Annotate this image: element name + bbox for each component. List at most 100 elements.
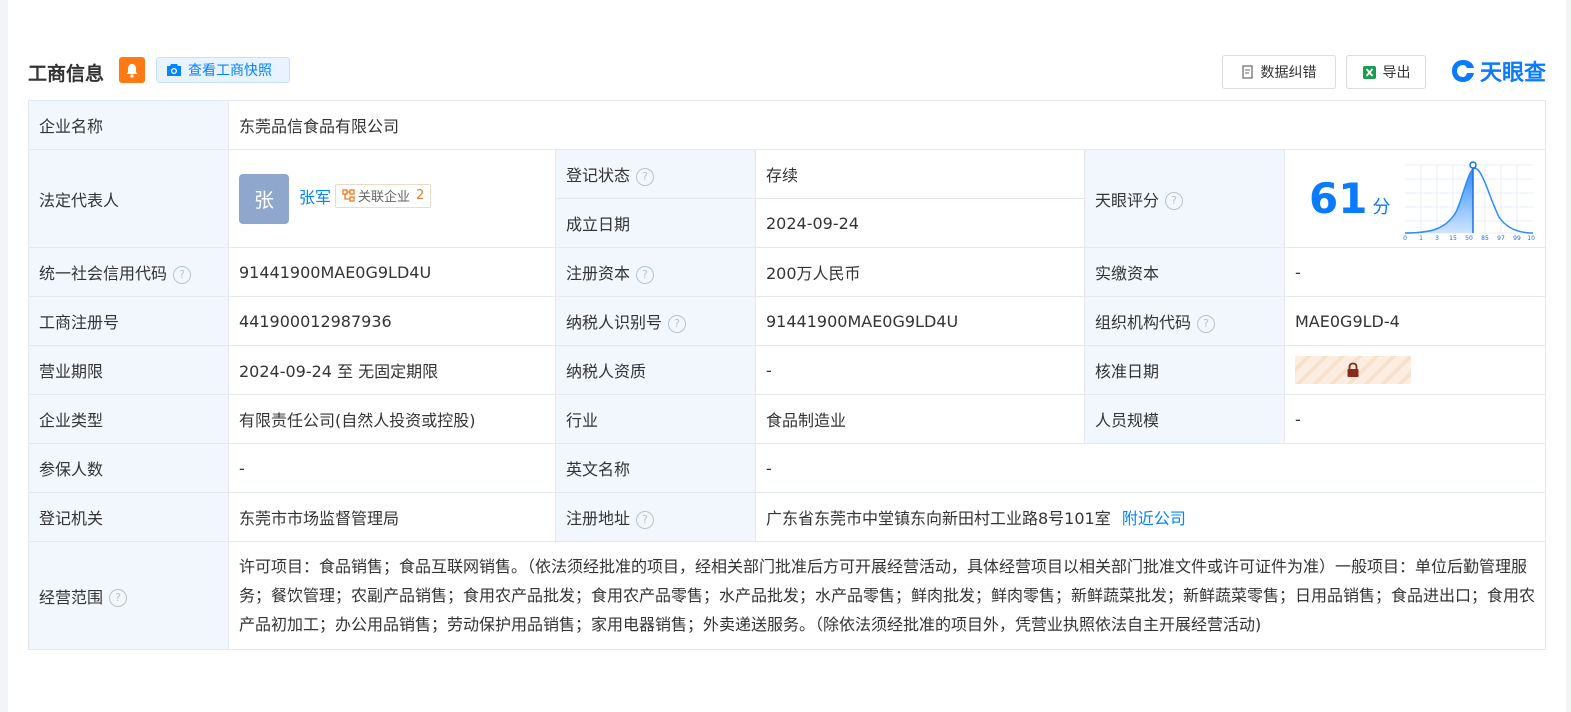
authority-value: 东莞市市场监督管理局 — [228, 492, 556, 542]
table-row: 经营范围? 许可项目：食品销售；食品互联网销售。（依法须经批准的项目，经相关部门… — [28, 541, 1546, 650]
scope-label: 经营范围 — [39, 587, 104, 607]
export-label: 导出 — [1382, 65, 1411, 81]
legal-rep-name-link[interactable]: 张军 — [299, 184, 331, 208]
approval-date-cell — [1284, 345, 1546, 395]
table-row: 工商注册号 441900012987936 纳税人识别号? 91441900MA… — [28, 296, 1546, 346]
document-edit-icon — [1241, 65, 1253, 79]
score-tick-label: 50 — [1465, 235, 1473, 241]
company-name-value: 东莞品信食品有限公司 — [228, 100, 1546, 150]
help-icon[interactable]: ? — [1197, 314, 1216, 333]
nearby-companies-link[interactable]: 附近公司 — [1122, 509, 1186, 528]
legal-rep-cell: 张 张军 关联企业 2 — [228, 149, 556, 248]
help-icon[interactable]: ? — [109, 589, 128, 607]
reg-no-label: 工商注册号 — [28, 296, 229, 346]
address-cell: 广东省东莞市中堂镇东向新田村工业路8号101室 附近公司 — [755, 492, 1546, 542]
bell-icon[interactable] — [119, 57, 145, 83]
data-correction-button[interactable]: 数据纠错 — [1222, 55, 1336, 89]
related-companies-label: 关联企业 — [358, 190, 411, 205]
table-row: 统一社会信用代码? 91441900MAE0G9LD4U 注册资本? 200万人… — [28, 247, 1546, 297]
logo-text: 天眼查 — [1479, 61, 1546, 86]
table-row: 营业期限 2024-09-24 至 无固定期限 纳税人资质 - 核准日期 — [28, 345, 1546, 395]
camera-icon — [167, 64, 181, 76]
score-unit: 分 — [1372, 197, 1391, 218]
type-value: 有限责任公司(自然人投资或控股) — [228, 394, 556, 444]
type-label: 企业类型 — [28, 394, 229, 444]
org-code-label-cell: 组织机构代码? — [1084, 296, 1285, 346]
term-value: 2024-09-24 至 无固定期限 — [228, 345, 556, 395]
taxpayer-id-value: 91441900MAE0G9LD4U — [755, 296, 1085, 346]
section-title: 工商信息 — [28, 63, 105, 85]
lock-icon — [1347, 362, 1359, 377]
related-companies-count: 2 — [416, 188, 425, 203]
score-value: 61 — [1309, 174, 1368, 223]
est-date-value: 2024-09-24 — [755, 198, 1085, 248]
section-header: 工商信息 查看工商快照 数据纠错 导出 天眼查 — [28, 55, 1546, 90]
staff-value: - — [1284, 394, 1546, 444]
credit-code-label-cell: 统一社会信用代码? — [28, 247, 229, 297]
help-icon[interactable]: ? — [636, 265, 655, 284]
score-tick-label: 3 — [1435, 235, 1439, 241]
english-name-value: - — [755, 443, 1546, 493]
help-icon[interactable]: ? — [173, 265, 192, 284]
score-tick-label: 0 — [1403, 235, 1407, 241]
credit-code-label: 统一社会信用代码 — [39, 264, 168, 283]
score-distribution-chart: 0 1 3 15 50 85 97 99 100 — [1403, 160, 1535, 241]
industry-label: 行业 — [555, 394, 756, 444]
table-row: 参保人数 - 英文名称 - — [28, 443, 1546, 493]
legal-rep-label: 法定代表人 — [28, 149, 229, 248]
help-icon[interactable]: ? — [1165, 192, 1184, 210]
authority-label: 登记机关 — [28, 492, 229, 542]
related-companies-badge[interactable]: 关联企业 2 — [335, 183, 432, 208]
table-row: 法定代表人 张 张军 关联企业 2 登记状态? 存续 天眼评分? 61 分 0 … — [28, 149, 1546, 248]
view-snapshot-label: 查看工商快照 — [188, 63, 272, 79]
table-row: 企业名称 东莞品信食品有限公司 — [28, 100, 1546, 150]
help-icon[interactable]: ? — [636, 167, 655, 186]
reg-no-value: 441900012987936 — [228, 296, 556, 346]
address-label: 注册地址 — [566, 509, 631, 528]
industry-value: 食品制造业 — [755, 394, 1085, 444]
view-snapshot-button[interactable]: 查看工商快照 — [156, 57, 290, 83]
reg-status-label-cell: 登记状态? — [555, 149, 756, 199]
score-cell[interactable]: 61 分 0 1 3 15 50 85 97 99 100 — [1284, 149, 1546, 248]
taxpayer-qual-label: 纳税人资质 — [555, 345, 756, 395]
insured-value: - — [228, 443, 556, 493]
avatar[interactable]: 张 — [239, 173, 289, 224]
scope-value: 许可项目：食品销售；食品互联网销售。（依法须经批准的项目，经相关部门批准后方可开… — [228, 541, 1546, 650]
reg-status-label: 登记状态 — [566, 166, 631, 185]
taxpayer-qual-value: - — [755, 345, 1085, 395]
help-icon[interactable]: ? — [636, 510, 655, 529]
scope-label-cell: 经营范围? — [28, 541, 229, 650]
reg-capital-label: 注册资本 — [566, 264, 631, 283]
english-name-label: 英文名称 — [555, 443, 756, 493]
score-tick-label: 15 — [1449, 235, 1457, 241]
table-row: 企业类型 有限责任公司(自然人投资或控股) 行业 食品制造业 人员规模 - — [28, 394, 1546, 444]
score-tick-label: 1 — [1419, 235, 1423, 241]
business-info-table: 企业名称 东莞品信食品有限公司 法定代表人 张 张军 关联企业 2 登记状态? … — [28, 100, 1546, 650]
score-label-cell: 天眼评分? — [1084, 149, 1285, 248]
data-correction-label: 数据纠错 — [1260, 65, 1317, 81]
staff-label: 人员规模 — [1084, 394, 1285, 444]
approval-date-label: 核准日期 — [1084, 345, 1285, 395]
excel-icon — [1362, 65, 1376, 79]
help-icon[interactable]: ? — [668, 314, 687, 333]
address-label-cell: 注册地址? — [555, 492, 756, 542]
credit-code-value: 91441900MAE0G9LD4U — [228, 247, 556, 297]
score-tick-label: 85 — [1481, 235, 1489, 241]
taxpayer-id-label: 纳税人识别号 — [566, 313, 663, 332]
score-label: 天眼评分 — [1095, 190, 1160, 210]
address-value: 广东省东莞市中堂镇东向新田村工业路8号101室 — [766, 509, 1111, 528]
taxpayer-id-label-cell: 纳税人识别号? — [555, 296, 756, 346]
reg-capital-label-cell: 注册资本? — [555, 247, 756, 297]
org-tree-icon — [342, 189, 355, 202]
logo-mark-icon — [1451, 60, 1474, 82]
score-tick-label: 100 — [1527, 235, 1535, 241]
org-code-label: 组织机构代码 — [1095, 313, 1192, 332]
reg-capital-value: 200万人民币 — [755, 247, 1085, 297]
reg-status-value: 存续 — [755, 149, 1085, 199]
export-button[interactable]: 导出 — [1346, 55, 1426, 89]
locked-field[interactable] — [1295, 356, 1411, 384]
paid-capital-value: - — [1284, 247, 1546, 297]
table-row: 登记机关 东莞市市场监督管理局 注册地址? 广东省东莞市中堂镇东向新田村工业路8… — [28, 492, 1546, 542]
paid-capital-label: 实缴资本 — [1084, 247, 1285, 297]
term-label: 营业期限 — [28, 345, 229, 395]
